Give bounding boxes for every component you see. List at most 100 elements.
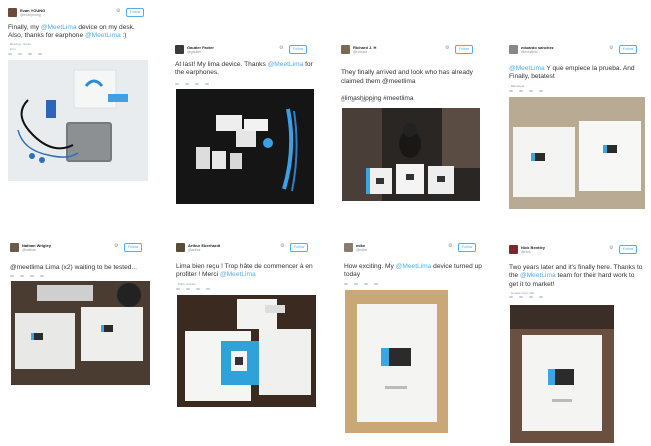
follow-button[interactable]: Follow bbox=[458, 243, 477, 252]
tweet-actions bbox=[176, 288, 210, 292]
user-handle[interactable]: @richard bbox=[353, 50, 367, 54]
avatar[interactable] bbox=[10, 243, 19, 252]
gear-icon[interactable]: ⚙ bbox=[445, 46, 449, 51]
avatar[interactable] bbox=[509, 45, 518, 54]
tweet-header: Richard J. H @richard ⚙ Follow bbox=[341, 45, 487, 59]
like-icon[interactable] bbox=[529, 90, 533, 92]
user-handle[interactable]: @nathan bbox=[22, 248, 36, 252]
gear-icon[interactable]: ⚙ bbox=[609, 46, 613, 51]
follow-button[interactable]: Follow bbox=[455, 45, 474, 54]
avatar[interactable] bbox=[8, 8, 17, 17]
more-icon[interactable] bbox=[40, 275, 44, 277]
mention-link[interactable]: @MeetLima bbox=[41, 24, 77, 31]
more-icon[interactable] bbox=[539, 90, 543, 92]
tweet-photo[interactable] bbox=[176, 89, 314, 204]
tweet-card-richard[interactable]: Richard J. H @richard ⚙ Follow They fina… bbox=[341, 45, 487, 225]
follow-button[interactable]: Follow bbox=[126, 8, 145, 17]
avatar[interactable] bbox=[175, 45, 184, 54]
tweet-text-part: Finally, my bbox=[8, 24, 41, 31]
tweet-text-part: At last! My lima device. Thanks bbox=[175, 61, 268, 68]
reply-icon[interactable] bbox=[509, 296, 513, 298]
like-icon[interactable] bbox=[30, 275, 34, 277]
mention-link[interactable]: @MeetLima bbox=[509, 65, 545, 72]
tweet-header: eduardo sanchez @eduardo ⚙ Follow bbox=[509, 45, 649, 59]
more-icon[interactable] bbox=[371, 100, 375, 102]
tweet-card-mike[interactable]: mike @mike ⚙ Follow How exciting. My @Me… bbox=[344, 243, 490, 443]
reply-icon[interactable] bbox=[175, 83, 179, 85]
tweet-card-nathan[interactable]: Nathan Wrigley @nathan ⚙ Follow @meetlim… bbox=[10, 243, 156, 393]
follow-button[interactable]: Follow bbox=[619, 45, 638, 54]
like-icon[interactable] bbox=[361, 100, 365, 102]
more-icon[interactable] bbox=[38, 53, 42, 55]
gear-icon[interactable]: ⚙ bbox=[279, 46, 283, 51]
like-icon[interactable] bbox=[28, 53, 32, 55]
mention-link[interactable]: @MeetLima bbox=[520, 272, 556, 279]
user-handle[interactable]: @nick bbox=[521, 250, 531, 254]
gear-icon[interactable]: ⚙ bbox=[280, 244, 284, 249]
retweet-icon[interactable] bbox=[351, 100, 355, 102]
tweet-header: Evan YOUNG @evanyoung ⚙ Follow bbox=[8, 8, 154, 22]
like-icon[interactable] bbox=[195, 83, 199, 85]
reply-icon[interactable] bbox=[8, 53, 12, 55]
avatar[interactable] bbox=[176, 243, 185, 252]
like-icon[interactable] bbox=[529, 296, 533, 298]
tweet-header: Nathan Wrigley @nathan ⚙ Follow bbox=[10, 243, 156, 257]
retweet-icon[interactable] bbox=[519, 90, 523, 92]
tweet-card-eduardo[interactable]: eduardo sanchez @eduardo ⚙ Follow @MeetL… bbox=[509, 45, 649, 213]
retweet-icon[interactable] bbox=[185, 83, 189, 85]
reply-icon[interactable] bbox=[509, 90, 513, 92]
tweet-photo[interactable] bbox=[11, 281, 150, 385]
tweet-card-evan[interactable]: Evan YOUNG @evanyoung ⚙ Follow Finally, … bbox=[8, 8, 154, 200]
tweet-text: @MeetLima Y que empiece la prueba. And F… bbox=[509, 65, 643, 82]
gear-icon[interactable]: ⚙ bbox=[448, 244, 452, 249]
follow-button[interactable]: Follow bbox=[619, 245, 638, 254]
tweet-actions bbox=[341, 100, 375, 104]
avatar[interactable] bbox=[509, 245, 518, 254]
more-icon[interactable] bbox=[374, 283, 378, 285]
mention-link[interactable]: @MeetLima bbox=[268, 61, 304, 68]
follow-button[interactable]: Follow bbox=[290, 243, 309, 252]
tweet-location: · Meeting · Sonia bbox=[8, 42, 31, 46]
gear-icon[interactable]: ⚙ bbox=[114, 244, 118, 249]
reply-icon[interactable] bbox=[344, 283, 348, 285]
reply-icon[interactable] bbox=[176, 288, 180, 290]
tweet-photo[interactable] bbox=[509, 97, 645, 209]
photo-cat bbox=[342, 108, 480, 201]
mention-link[interactable]: @MeetLima bbox=[85, 32, 121, 39]
follow-button[interactable]: Follow bbox=[124, 243, 143, 252]
user-handle[interactable]: @arthur bbox=[188, 248, 201, 252]
user-handle[interactable]: @eduardo bbox=[521, 50, 537, 54]
retweet-icon[interactable] bbox=[18, 53, 22, 55]
tweet-header: Gautier Favier @gautier ⚙ Follow bbox=[175, 45, 321, 59]
retweet-icon[interactable] bbox=[519, 296, 523, 298]
reply-icon[interactable] bbox=[10, 275, 14, 277]
follow-button[interactable]: Follow bbox=[289, 45, 308, 54]
tweet-photo[interactable] bbox=[8, 60, 148, 181]
avatar[interactable] bbox=[344, 243, 353, 252]
retweet-icon[interactable] bbox=[354, 283, 358, 285]
user-handle[interactable]: @evanyoung bbox=[20, 13, 41, 17]
more-icon[interactable] bbox=[205, 83, 209, 85]
tweet-photo[interactable] bbox=[510, 305, 614, 443]
tweet-photo[interactable] bbox=[177, 295, 316, 407]
like-icon[interactable] bbox=[364, 283, 368, 285]
mention-link[interactable]: @MeetLima bbox=[396, 263, 432, 270]
reply-icon[interactable] bbox=[341, 100, 345, 102]
mention-link[interactable]: @MeetLima bbox=[220, 271, 256, 278]
retweet-icon[interactable] bbox=[20, 275, 24, 277]
avatar[interactable] bbox=[341, 45, 350, 54]
user-handle[interactable]: @gautier bbox=[187, 50, 201, 54]
tweet-actions bbox=[509, 296, 543, 300]
more-icon[interactable] bbox=[206, 288, 210, 290]
tweet-card-arthur[interactable]: Arthur Eberhardt @arthur ⚙ Follow Lima b… bbox=[176, 243, 322, 411]
gear-icon[interactable]: ⚙ bbox=[116, 9, 120, 14]
like-icon[interactable] bbox=[196, 288, 200, 290]
tweet-card-gautier[interactable]: Gautier Favier @gautier ⚙ Follow At last… bbox=[175, 45, 321, 215]
tweet-card-nick[interactable]: Nick Bentley @nick ⚙ Follow Two years la… bbox=[509, 245, 649, 446]
user-handle[interactable]: @mike bbox=[356, 248, 367, 252]
tweet-photo[interactable] bbox=[345, 290, 448, 433]
gear-icon[interactable]: ⚙ bbox=[609, 246, 613, 251]
more-icon[interactable] bbox=[539, 296, 543, 298]
tweet-photo[interactable] bbox=[342, 108, 480, 201]
retweet-icon[interactable] bbox=[186, 288, 190, 290]
